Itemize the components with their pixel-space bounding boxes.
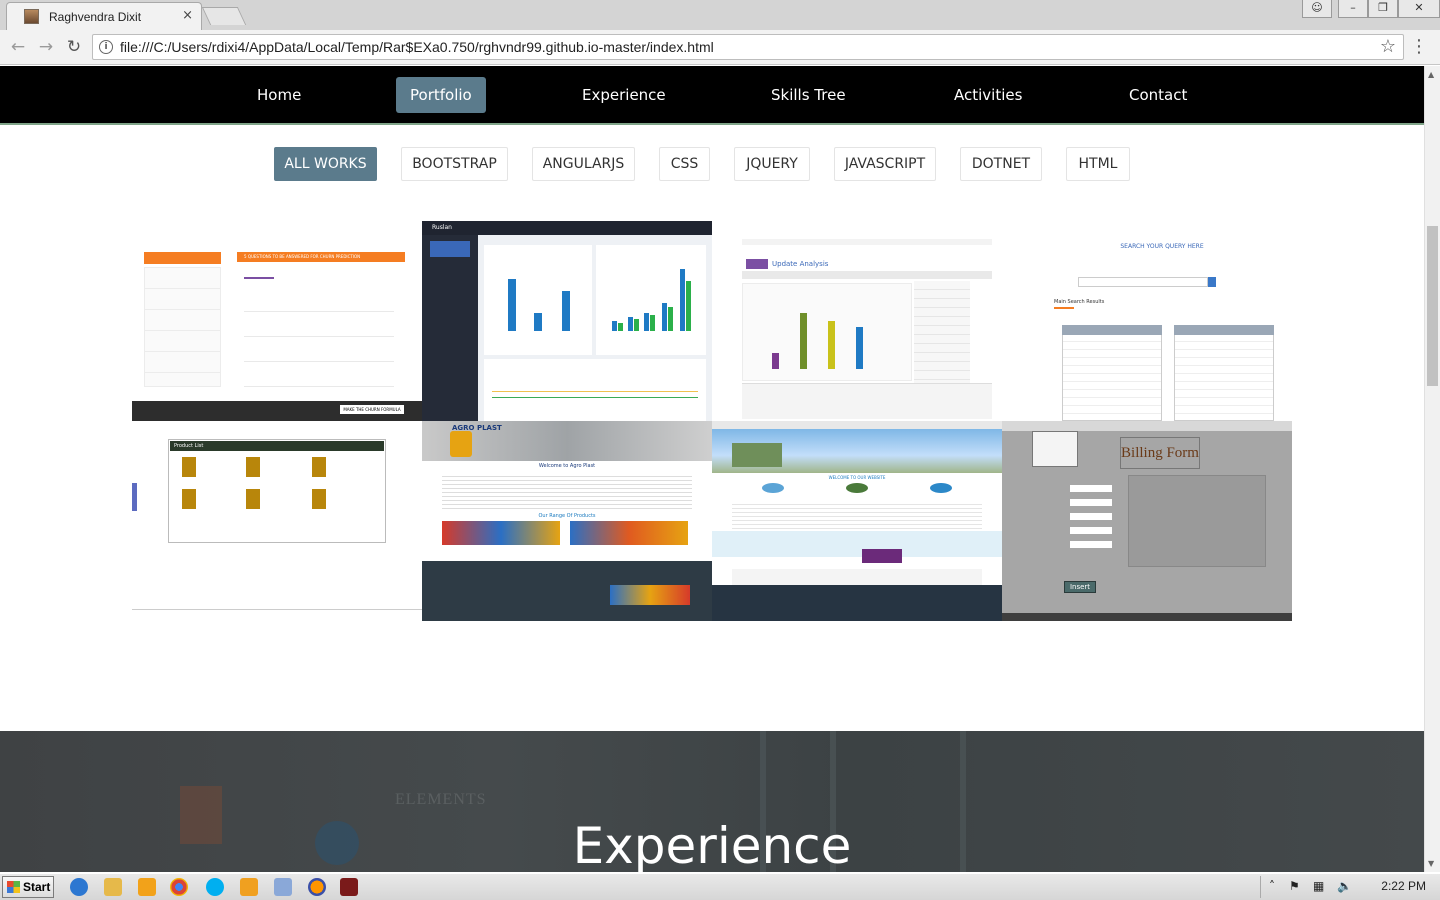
- new-tab-button[interactable]: [201, 7, 247, 25]
- address-url[interactable]: file:///C:/Users/rdixi4/AppData/Local/Te…: [120, 39, 714, 55]
- nav-contact[interactable]: Contact: [1115, 77, 1201, 113]
- browser-tabstrip: Raghvendra Dixit × ☺ – ❐ ✕: [0, 0, 1440, 30]
- nav-portfolio[interactable]: Portfolio: [396, 77, 486, 113]
- tab-title: Raghvendra Dixit: [49, 10, 142, 24]
- dashboard-brand: Ruslan: [432, 224, 452, 231]
- winrar-icon[interactable]: [340, 878, 358, 896]
- address-bar[interactable]: i file:///C:/Users/rdixi4/AppData/Local/…: [92, 34, 1404, 60]
- info-icon[interactable]: i: [99, 40, 113, 54]
- media-player-icon[interactable]: [138, 878, 156, 896]
- chrome-icon[interactable]: [170, 878, 188, 896]
- scroll-down-icon[interactable]: ▼: [1428, 859, 1434, 868]
- clock[interactable]: 2:22 PM: [1381, 879, 1426, 893]
- flag-icon[interactable]: ⚑: [1289, 879, 1300, 893]
- nav-activities[interactable]: Activities: [940, 77, 1036, 113]
- billing-form-title: Billing Form: [1120, 437, 1200, 469]
- portfolio-tile-billing-form[interactable]: Billing Form Insert: [1002, 421, 1292, 621]
- main-results-label: Main Search Results: [1054, 299, 1105, 305]
- page-viewport: Home Portfolio Experience Skills Tree Ac…: [0, 66, 1424, 872]
- scroll-up-icon[interactable]: ▲: [1428, 70, 1434, 79]
- start-label: Start: [23, 880, 51, 894]
- agro-welcome: Welcome to Agro Plast: [538, 463, 596, 469]
- product-list-heading: Product List: [174, 443, 204, 449]
- search-query-heading: SEARCH YOUR QUERY HERE: [1120, 243, 1204, 250]
- profile-favicon-icon: [24, 9, 39, 24]
- nav-experience[interactable]: Experience: [568, 77, 680, 113]
- portfolio-tile-churn-prediction[interactable]: 5 QUESTIONS TO BE ANSWERED FOR CHURN PRE…: [132, 221, 422, 421]
- filter-html[interactable]: HTML: [1066, 147, 1130, 181]
- outlook-icon[interactable]: [240, 878, 258, 896]
- agro-products-heading: Our Range Of Products: [538, 513, 596, 519]
- forward-arrow-icon[interactable]: →: [36, 37, 56, 57]
- tray-chevron-icon[interactable]: ˄: [1269, 879, 1275, 893]
- portfolio-tile-update-analysis[interactable]: Update Analysis: [712, 221, 1002, 421]
- nav-home[interactable]: Home: [243, 77, 315, 113]
- experience-title: Experience: [572, 817, 852, 872]
- restore-button[interactable]: ❐: [1368, 0, 1398, 18]
- filter-jquery[interactable]: JQUERY: [734, 147, 810, 181]
- windows-taskbar: Start ˄ ⚑ ▦ 🔈 2:22 PM: [0, 873, 1440, 900]
- close-window-button[interactable]: ✕: [1398, 0, 1440, 18]
- browser-menu-icon[interactable]: ⋮: [1410, 38, 1428, 56]
- portfolio-grid: 5 QUESTIONS TO BE ANSWERED FOR CHURN PRE…: [132, 221, 1292, 621]
- industrial-heading: WELCOME TO OUR WEBSITE: [828, 475, 886, 480]
- update-analysis-title: Update Analysis: [772, 260, 829, 268]
- minimize-button[interactable]: –: [1338, 0, 1368, 18]
- nav-skills-tree[interactable]: Skills Tree: [757, 77, 860, 113]
- tab-close-icon[interactable]: ×: [182, 8, 193, 23]
- portfolio-tile-product-list[interactable]: Product List: [132, 421, 422, 621]
- churn-heading: 5 QUESTIONS TO BE ANSWERED FOR CHURN PRE…: [244, 254, 361, 259]
- ie-icon[interactable]: [70, 878, 88, 896]
- billing-insert-button: Insert: [1064, 581, 1096, 593]
- filter-all-works[interactable]: ALL WORKS: [274, 147, 377, 181]
- network-icon[interactable]: ▦: [1313, 879, 1324, 893]
- user-icon[interactable]: ☺: [1302, 0, 1332, 18]
- scrollbar-thumb[interactable]: [1427, 226, 1438, 386]
- back-arrow-icon[interactable]: ←: [8, 37, 28, 57]
- folder-icon[interactable]: [104, 878, 122, 896]
- browser-tab[interactable]: Raghvendra Dixit ×: [6, 2, 202, 30]
- portfolio-tile-analytics-dashboard[interactable]: Ruslan: [422, 221, 712, 421]
- skype-icon[interactable]: [206, 878, 224, 896]
- portfolio-tile-agro-plast[interactable]: AGRO PLAST Welcome to Agro Plast Our Ran…: [422, 421, 712, 621]
- filter-angularjs[interactable]: ANGULARJS: [532, 147, 635, 181]
- browser-toolbar: ← → ↻ i file:///C:/Users/rdixi4/AppData/…: [0, 30, 1440, 65]
- experience-section: ELEMENTS Experience: [0, 731, 1424, 872]
- bg-ghost-text: ELEMENTS: [395, 791, 487, 808]
- windows-logo-icon: [7, 881, 20, 893]
- reload-icon[interactable]: ↻: [64, 37, 84, 57]
- filter-css[interactable]: CSS: [659, 147, 710, 181]
- window-controls: ☺ – ❐ ✕: [1302, 0, 1440, 20]
- bookmark-star-icon[interactable]: ☆: [1380, 36, 1396, 57]
- filter-javascript[interactable]: JAVASCRIPT: [834, 147, 936, 181]
- filter-dotnet[interactable]: DOTNET: [960, 147, 1042, 181]
- page-scrollbar[interactable]: ▲ ▼: [1424, 66, 1440, 872]
- volume-icon[interactable]: 🔈: [1337, 879, 1352, 893]
- portfolio-tile-industrial-site[interactable]: WELCOME TO OUR WEBSITE: [712, 421, 1002, 621]
- portfolio-tile-search-query[interactable]: SEARCH YOUR QUERY HERE Main Search Resul…: [1002, 221, 1292, 421]
- portfolio-filters: ALL WORKS BOOTSTRAP ANGULARJS CSS JQUERY…: [0, 147, 1424, 181]
- churn-formula-button: MAKE THE CHURN FORMULA: [340, 405, 404, 414]
- system-tray: ˄ ⚑ ▦ 🔈 2:22 PM: [1260, 876, 1440, 898]
- filter-bootstrap[interactable]: BOOTSTRAP: [401, 147, 508, 181]
- firefox-icon[interactable]: [308, 878, 326, 896]
- start-button[interactable]: Start: [2, 876, 54, 898]
- site-navbar: Home Portfolio Experience Skills Tree Ac…: [0, 66, 1424, 125]
- app-icon[interactable]: [274, 878, 292, 896]
